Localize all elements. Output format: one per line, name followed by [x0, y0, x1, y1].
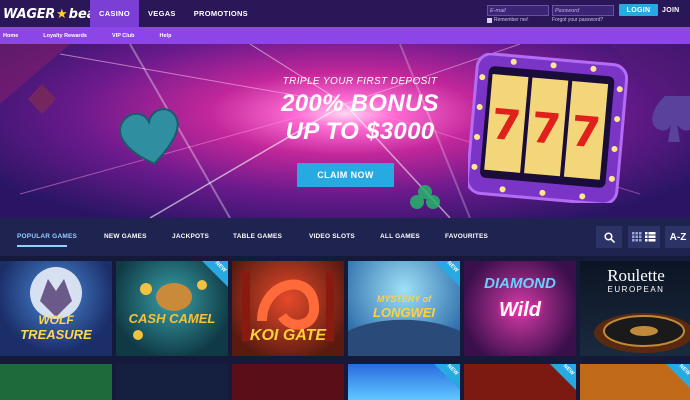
nav-casino[interactable]: CASINO	[90, 0, 139, 27]
subnav-home[interactable]: Home	[0, 33, 18, 39]
grid-list-icons	[632, 232, 656, 242]
game-tile-row2-3[interactable]	[232, 364, 344, 400]
game-tile-wolf-treasure[interactable]: WOLF TREASURE	[0, 261, 112, 356]
game-tile-row2-4[interactable]: NEW	[348, 364, 460, 400]
subnav-loyalty-rewards[interactable]: Loyalty Rewards	[40, 33, 87, 39]
sort-az-button[interactable]: A-Z	[665, 226, 690, 248]
nav-vegas[interactable]: VEGAS	[139, 0, 185, 27]
game-title-line1: DIAMOND	[484, 275, 556, 292]
game-title-line1: WOLF	[38, 313, 74, 327]
logo-text-wager: WAGER	[3, 6, 55, 22]
game-tile-cash-camel[interactable]: CASH CAMEL NEW	[116, 261, 228, 356]
subnav-help[interactable]: Help	[157, 33, 172, 39]
join-button[interactable]: JOIN	[662, 4, 680, 16]
tab-jackpots[interactable]: JACKPOTS	[172, 233, 209, 240]
list-view-icon	[645, 232, 656, 242]
tab-popular-games[interactable]: POPULAR GAMES	[17, 233, 77, 240]
star-icon: ★	[56, 6, 68, 21]
game-tile-row2-1[interactable]	[0, 364, 112, 400]
active-tab-indicator	[17, 245, 67, 247]
search-button[interactable]	[596, 226, 622, 248]
promo-banner: TRIPLE YOUR FIRST DEPOSIT 200% BONUS UP …	[0, 44, 690, 218]
sub-nav: Home Loyalty Rewards VIP Club Help	[0, 27, 690, 44]
brand-logo[interactable]: WAGER ★ beat	[3, 5, 102, 23]
subnav-vip-club[interactable]: VIP Club	[109, 33, 135, 39]
game-title-line1: MYSTERY of	[376, 294, 432, 304]
game-tile-row2-5[interactable]: NEW	[464, 364, 576, 400]
tab-new-games[interactable]: NEW GAMES	[104, 233, 147, 240]
tab-all-games[interactable]: ALL GAMES	[380, 233, 420, 240]
game-tile-diamond-wild[interactable]: DIAMOND Wild	[464, 261, 576, 356]
tab-video-slots[interactable]: VIDEO SLOTS	[309, 233, 355, 240]
game-title-line2: LONGWEI	[372, 305, 436, 320]
slot-reel-1: 7	[490, 99, 523, 150]
game-title-line2: TREASURE	[20, 327, 92, 342]
remember-label: Remember me!	[494, 17, 529, 23]
game-tile-roulette-european[interactable]: Roulette EUROPEAN	[580, 261, 690, 356]
game-tile-row2-6[interactable]: NEW	[580, 364, 690, 400]
search-icon	[603, 231, 615, 243]
slot-machine-illustration: 7 7 7	[468, 53, 628, 203]
main-nav: CASINO VEGAS PROMOTIONS	[90, 0, 257, 27]
remember-me[interactable]: Remember me!	[487, 17, 528, 23]
grid-view-icon	[632, 232, 642, 242]
email-field[interactable]	[487, 5, 549, 16]
game-category-tabs: POPULAR GAMES NEW GAMES JACKPOTS TABLE G…	[0, 218, 690, 256]
game-title: KOI GATE	[249, 327, 327, 344]
tab-favourites[interactable]: FAVOURITES	[445, 233, 488, 240]
game-tile-mystery-of-longwei[interactable]: MYSTERY of LONGWEI NEW	[348, 261, 460, 356]
slot-reel-2: 7	[529, 103, 562, 154]
nav-promotions[interactable]: PROMOTIONS	[185, 0, 257, 27]
remember-checkbox[interactable]	[487, 17, 492, 23]
game-title-line2: Wild	[498, 299, 542, 321]
game-tile-koi-gate[interactable]: KOI GATE	[232, 261, 344, 356]
roulette-wheel-icon	[594, 313, 690, 353]
view-toggle[interactable]	[628, 226, 660, 248]
login-button[interactable]: LOGIN	[619, 4, 658, 16]
password-field[interactable]	[552, 5, 614, 16]
claim-now-button[interactable]: CLAIM NOW	[297, 163, 394, 187]
game-title: CASH CAMEL	[128, 311, 216, 326]
forgot-password-link[interactable]: Forgot your password?	[552, 17, 603, 23]
game-tile-row2-2[interactable]	[116, 364, 228, 400]
tab-table-games[interactable]: TABLE GAMES	[233, 233, 282, 240]
top-bar: WAGER ★ beat CASINO VEGAS PROMOTIONS Rem…	[0, 0, 690, 27]
slot-reel-3: 7	[569, 106, 602, 157]
